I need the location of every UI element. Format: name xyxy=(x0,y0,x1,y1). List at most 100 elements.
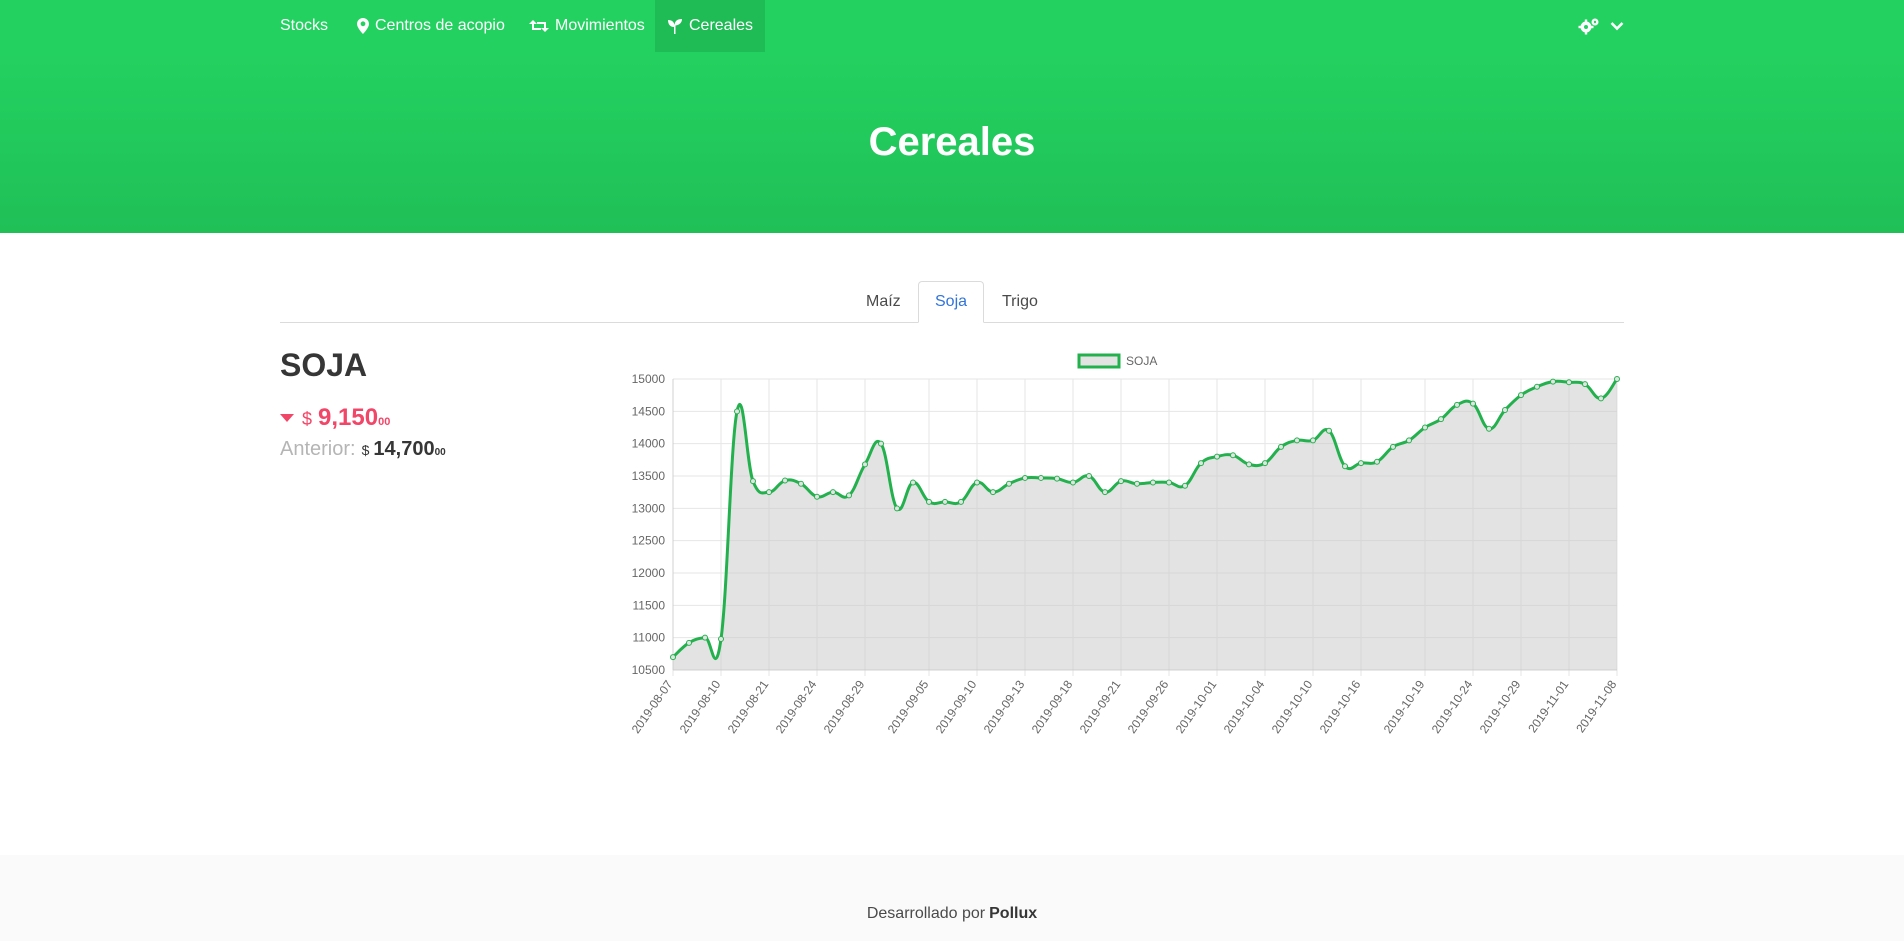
y-tick-label: 11500 xyxy=(633,598,666,612)
x-tick-label: 2019-10-19 xyxy=(1381,677,1428,736)
data-point xyxy=(750,478,756,485)
cereal-name: SOJA xyxy=(280,347,368,383)
data-point xyxy=(830,489,836,496)
data-point xyxy=(846,492,852,499)
x-tick-label: 2019-08-21 xyxy=(725,677,772,736)
y-tick-label: 13000 xyxy=(632,501,666,515)
data-point xyxy=(702,634,708,641)
nav-item-centros-de-acopio[interactable]: Centros de acopio xyxy=(357,0,505,52)
data-point xyxy=(670,654,676,661)
retweet-icon xyxy=(529,20,549,32)
x-tick-label: 2019-08-29 xyxy=(821,677,868,736)
price-chart: SOJA 10500 11000 11500 12000 12500 13000 13500 1… xyxy=(616,345,1624,745)
data-point xyxy=(1534,383,1540,390)
data-point xyxy=(766,489,772,496)
data-point xyxy=(718,635,724,642)
x-tick-label: 2019-09-21 xyxy=(1077,677,1124,736)
footer-brand[interactable]: Pollux xyxy=(989,905,1037,923)
data-point xyxy=(1374,458,1380,465)
tab-maiz[interactable]: Maíz xyxy=(850,281,917,323)
caret-down-icon xyxy=(280,414,294,422)
y-tick-label: 13500 xyxy=(632,469,666,483)
data-point xyxy=(1294,437,1300,444)
data-point xyxy=(1070,479,1076,486)
current-price-cents: 00 xyxy=(378,416,391,428)
tab-trigo[interactable]: Trigo xyxy=(986,281,1054,323)
x-tick-label: 2019-09-05 xyxy=(885,677,932,736)
data-point xyxy=(1582,381,1588,388)
current-price: $ 9,150 00 xyxy=(280,404,390,432)
data-point xyxy=(1006,480,1012,487)
data-point xyxy=(1566,379,1572,386)
nav-item-stocks[interactable]: Stocks xyxy=(280,0,328,52)
data-point xyxy=(1230,452,1236,459)
data-point xyxy=(1038,474,1044,481)
data-point xyxy=(1422,424,1428,431)
previous-price-value: 14,700 xyxy=(373,438,435,460)
top-navbar: Stocks Centros de acopio Movimientos Cer… xyxy=(0,0,1904,52)
data-point xyxy=(1118,478,1124,485)
previous-price-label: Anterior: xyxy=(280,438,356,460)
data-point xyxy=(862,461,868,468)
data-point xyxy=(1262,460,1268,467)
data-point xyxy=(814,493,820,500)
data-point xyxy=(1598,395,1604,402)
cereal-tabs: Maíz Soja Trigo xyxy=(280,281,1624,323)
data-point xyxy=(926,498,932,505)
legend-swatch xyxy=(1077,353,1121,369)
nav-item-label: Movimientos xyxy=(555,17,645,34)
data-point xyxy=(1326,427,1332,434)
data-point xyxy=(1550,378,1556,385)
x-tick-label: 2019-08-24 xyxy=(773,677,820,736)
map-marker-icon xyxy=(357,18,369,34)
data-point xyxy=(1086,473,1092,479)
data-point xyxy=(1246,461,1252,468)
hero-banner: Cereales xyxy=(0,52,1904,233)
data-point xyxy=(1022,474,1028,481)
data-point xyxy=(1278,443,1284,450)
x-tick-label: 2019-10-01 xyxy=(1173,677,1220,736)
current-price-value: 9,150 xyxy=(318,404,379,431)
data-point xyxy=(1214,453,1220,460)
x-tick-label: 2019-11-08 xyxy=(1573,677,1619,735)
data-point xyxy=(942,498,948,505)
data-point xyxy=(910,479,916,486)
data-point xyxy=(1454,401,1460,408)
data-point xyxy=(1134,480,1140,487)
data-point xyxy=(798,480,804,487)
legend-label: SOJA xyxy=(1126,354,1157,368)
data-point xyxy=(1150,479,1156,486)
data-point xyxy=(1438,416,1444,423)
nav-item-label: Stocks xyxy=(280,17,329,34)
x-tick-label: 2019-09-10 xyxy=(933,677,980,736)
x-tick-label: 2019-08-07 xyxy=(629,677,676,736)
x-tick-label: 2019-10-29 xyxy=(1477,677,1524,736)
y-tick-label: 12000 xyxy=(632,566,666,580)
currency-symbol: $ xyxy=(361,442,370,458)
data-point xyxy=(1502,407,1508,414)
nav-item-label: Centros de acopio xyxy=(375,17,505,34)
nav-item-cereales[interactable]: Cereales xyxy=(655,0,766,52)
tab-soja[interactable]: Soja xyxy=(918,281,985,323)
data-point xyxy=(1486,425,1492,432)
y-tick-label: 14500 xyxy=(632,404,666,418)
x-tick-label: 2019-10-10 xyxy=(1269,677,1316,736)
data-point xyxy=(1406,437,1412,444)
seedling-icon xyxy=(668,19,682,34)
previous-price: Anterior: $ 14,700 00 xyxy=(280,438,446,461)
price-line-chart: SOJA 10500 11000 11500 12000 12500 13000 13500 1… xyxy=(629,353,1620,736)
nav-item-movimientos[interactable]: Movimientos xyxy=(529,0,645,52)
data-point xyxy=(878,440,884,447)
data-point xyxy=(782,477,788,484)
data-point xyxy=(1342,463,1348,470)
data-point xyxy=(1518,392,1524,399)
y-tick-label: 14000 xyxy=(632,437,666,451)
settings-dropdown[interactable] xyxy=(1578,0,1624,52)
cogs-icon xyxy=(1578,18,1599,35)
currency-symbol: $ xyxy=(302,409,313,429)
data-point xyxy=(686,639,692,646)
y-tick-label: 10500 xyxy=(632,663,666,677)
chevron-down-icon xyxy=(1610,22,1624,31)
series-area-soja xyxy=(673,379,1617,670)
page-title: Cereales xyxy=(868,120,1036,164)
